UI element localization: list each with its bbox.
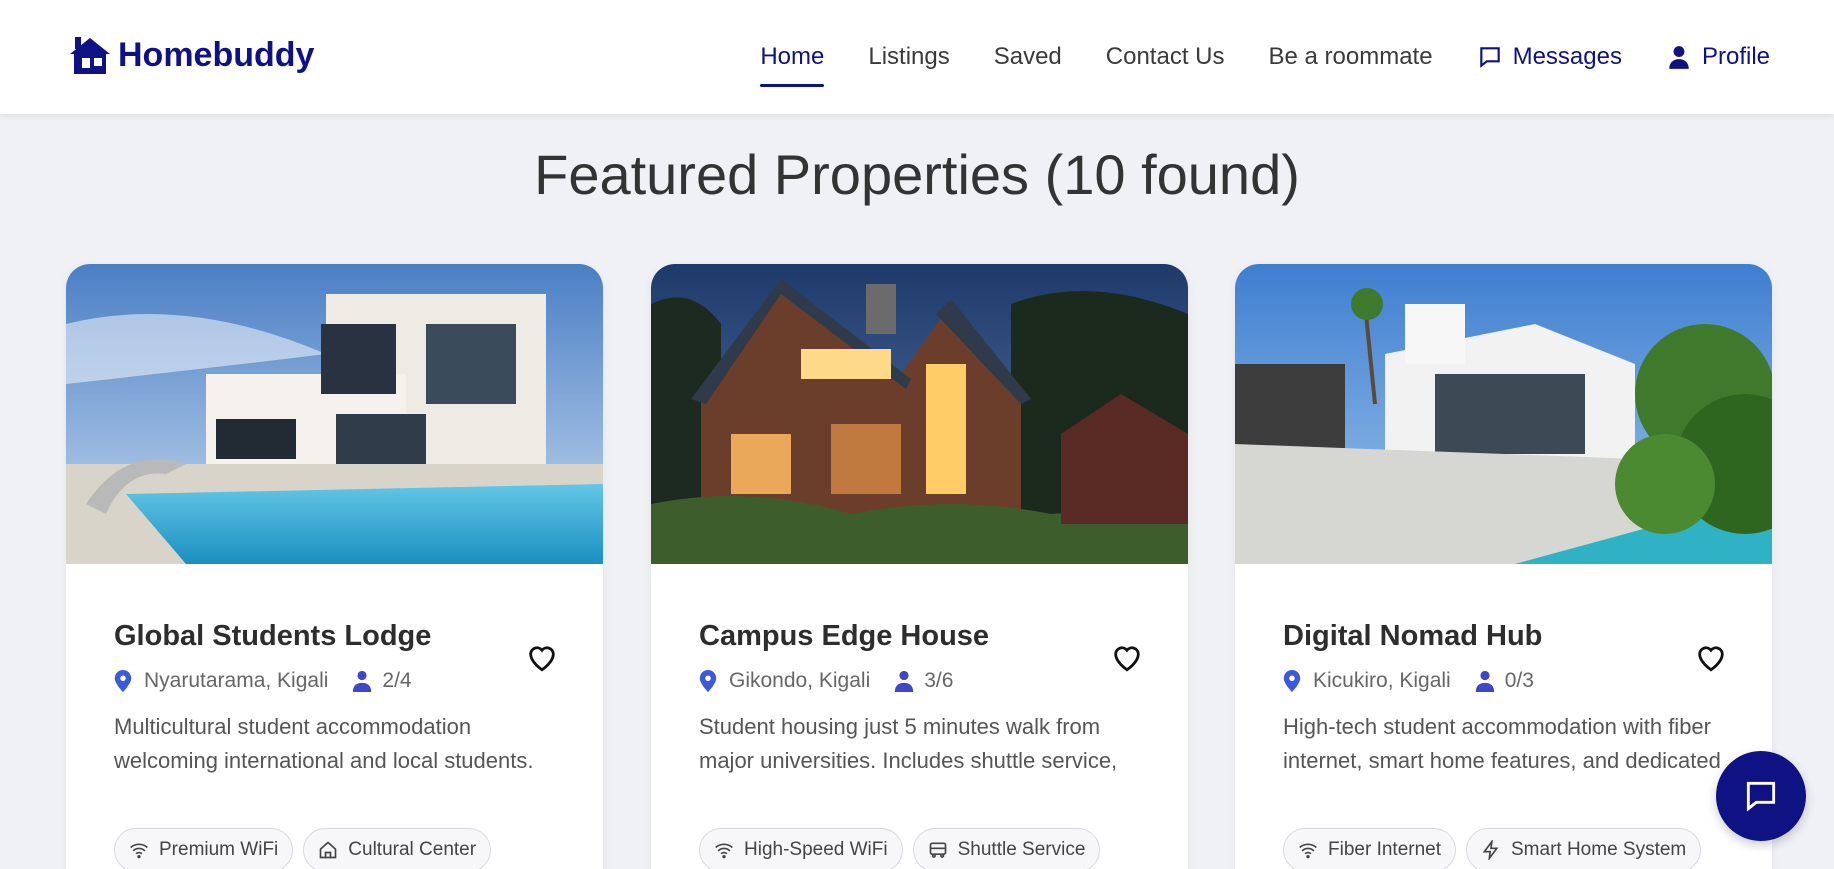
property-occupancy: 3/6 — [924, 669, 954, 692]
top-navbar: Homebuddy Home Listings Saved Contact Us… — [0, 0, 1834, 114]
amenity-tag: Fiber Internet — [1283, 828, 1456, 869]
page-title: Featured Properties (10 found) — [534, 143, 1300, 206]
property-title[interactable]: Digital Nomad Hub — [1283, 620, 1542, 653]
amenity-tag: High-Speed WiFi — [699, 828, 903, 869]
property-description: Student housing just 5 minutes walk from… — [699, 714, 1118, 784]
home-icon — [319, 841, 337, 859]
heart-icon[interactable] — [1694, 640, 1728, 674]
property-card[interactable]: Campus Edge House Gikondo, Kigali 3/6 St… — [651, 264, 1188, 869]
nav-listings[interactable]: Listings — [868, 0, 949, 114]
wifi-icon — [715, 843, 733, 859]
property-title[interactable]: Campus Edge House — [699, 620, 989, 653]
property-location: Gikondo, Kigali — [729, 669, 871, 692]
chat-bubble-icon — [1746, 781, 1776, 812]
chat-icon — [1479, 47, 1500, 68]
nav-messages-label: Messages — [1512, 43, 1622, 70]
main-nav: Home Listings Saved Contact Us Be a room… — [760, 0, 1770, 114]
amenity-tags: Premium WiFi Cultural Center — [114, 828, 492, 869]
amenity-tag: Smart Home System — [1466, 828, 1702, 869]
property-description: High-tech student accommodation with fib… — [1283, 714, 1721, 784]
location-pin-icon — [1283, 670, 1301, 692]
property-occupancy: 0/3 — [1504, 669, 1534, 692]
nav-profile-label: Profile — [1701, 43, 1770, 70]
amenity-label: Premium WiFi — [159, 839, 279, 860]
amenity-label: Cultural Center — [348, 839, 477, 860]
brand-name: Homebuddy — [118, 35, 315, 74]
amenity-label: High-Speed WiFi — [744, 839, 888, 860]
property-location: Kicukiro, Kigali — [1313, 669, 1451, 692]
wifi-icon — [130, 843, 148, 859]
property-occupancy: 2/4 — [382, 669, 412, 692]
brand-logo[interactable]: Homebuddy — [68, 34, 314, 76]
property-photo[interactable] — [66, 264, 603, 564]
heart-icon[interactable] — [525, 640, 559, 674]
lightning-icon — [1482, 840, 1499, 860]
house-logo-icon — [70, 37, 110, 74]
property-meta: Gikondo, Kigali 3/6 — [699, 669, 953, 693]
person-icon — [353, 670, 372, 692]
nav-be-a-roommate[interactable]: Be a roommate — [1269, 0, 1433, 114]
property-meta: Kicukiro, Kigali 0/3 — [1283, 669, 1534, 693]
amenity-label: Fiber Internet — [1328, 839, 1441, 860]
nav-messages[interactable]: Messages — [1477, 0, 1622, 114]
nav-profile[interactable]: Profile — [1666, 0, 1770, 114]
nav-contact-us[interactable]: Contact Us — [1106, 0, 1225, 114]
property-title[interactable]: Global Students Lodge — [114, 620, 431, 653]
amenity-tags: Fiber Internet Smart Home System — [1283, 828, 1702, 869]
amenity-tag: Shuttle Service — [912, 828, 1101, 869]
amenity-tag: Premium WiFi — [114, 828, 294, 869]
property-meta: Nyarutarama, Kigali 2/4 — [114, 669, 412, 693]
property-photo[interactable] — [651, 264, 1188, 564]
user-icon — [1669, 46, 1689, 69]
property-location: Nyarutarama, Kigali — [144, 669, 329, 692]
property-card[interactable]: Digital Nomad Hub Kicukiro, Kigali 0/3 H… — [1235, 264, 1772, 869]
heart-icon[interactable] — [1110, 640, 1144, 674]
amenity-label: Shuttle Service — [957, 839, 1086, 860]
location-pin-icon — [114, 670, 132, 692]
nav-saved[interactable]: Saved — [994, 0, 1062, 114]
amenity-label: Smart Home System — [1511, 839, 1687, 860]
property-description: Multicultural student accommodation welc… — [114, 714, 534, 784]
property-list: Global Students Lodge Nyarutarama, Kigal… — [66, 264, 1772, 869]
amenity-tag: Cultural Center — [303, 828, 492, 869]
person-icon — [895, 670, 914, 692]
property-photo[interactable] — [1235, 264, 1772, 564]
property-card[interactable]: Global Students Lodge Nyarutarama, Kigal… — [66, 264, 603, 869]
bus-icon — [929, 842, 946, 858]
person-icon — [1475, 670, 1494, 692]
chat-fab-button[interactable] — [1716, 751, 1806, 841]
location-pin-icon — [699, 670, 717, 692]
wifi-icon — [1299, 843, 1317, 859]
nav-home[interactable]: Home — [760, 0, 825, 114]
amenity-tags: High-Speed WiFi Shuttle Service — [699, 828, 1101, 869]
